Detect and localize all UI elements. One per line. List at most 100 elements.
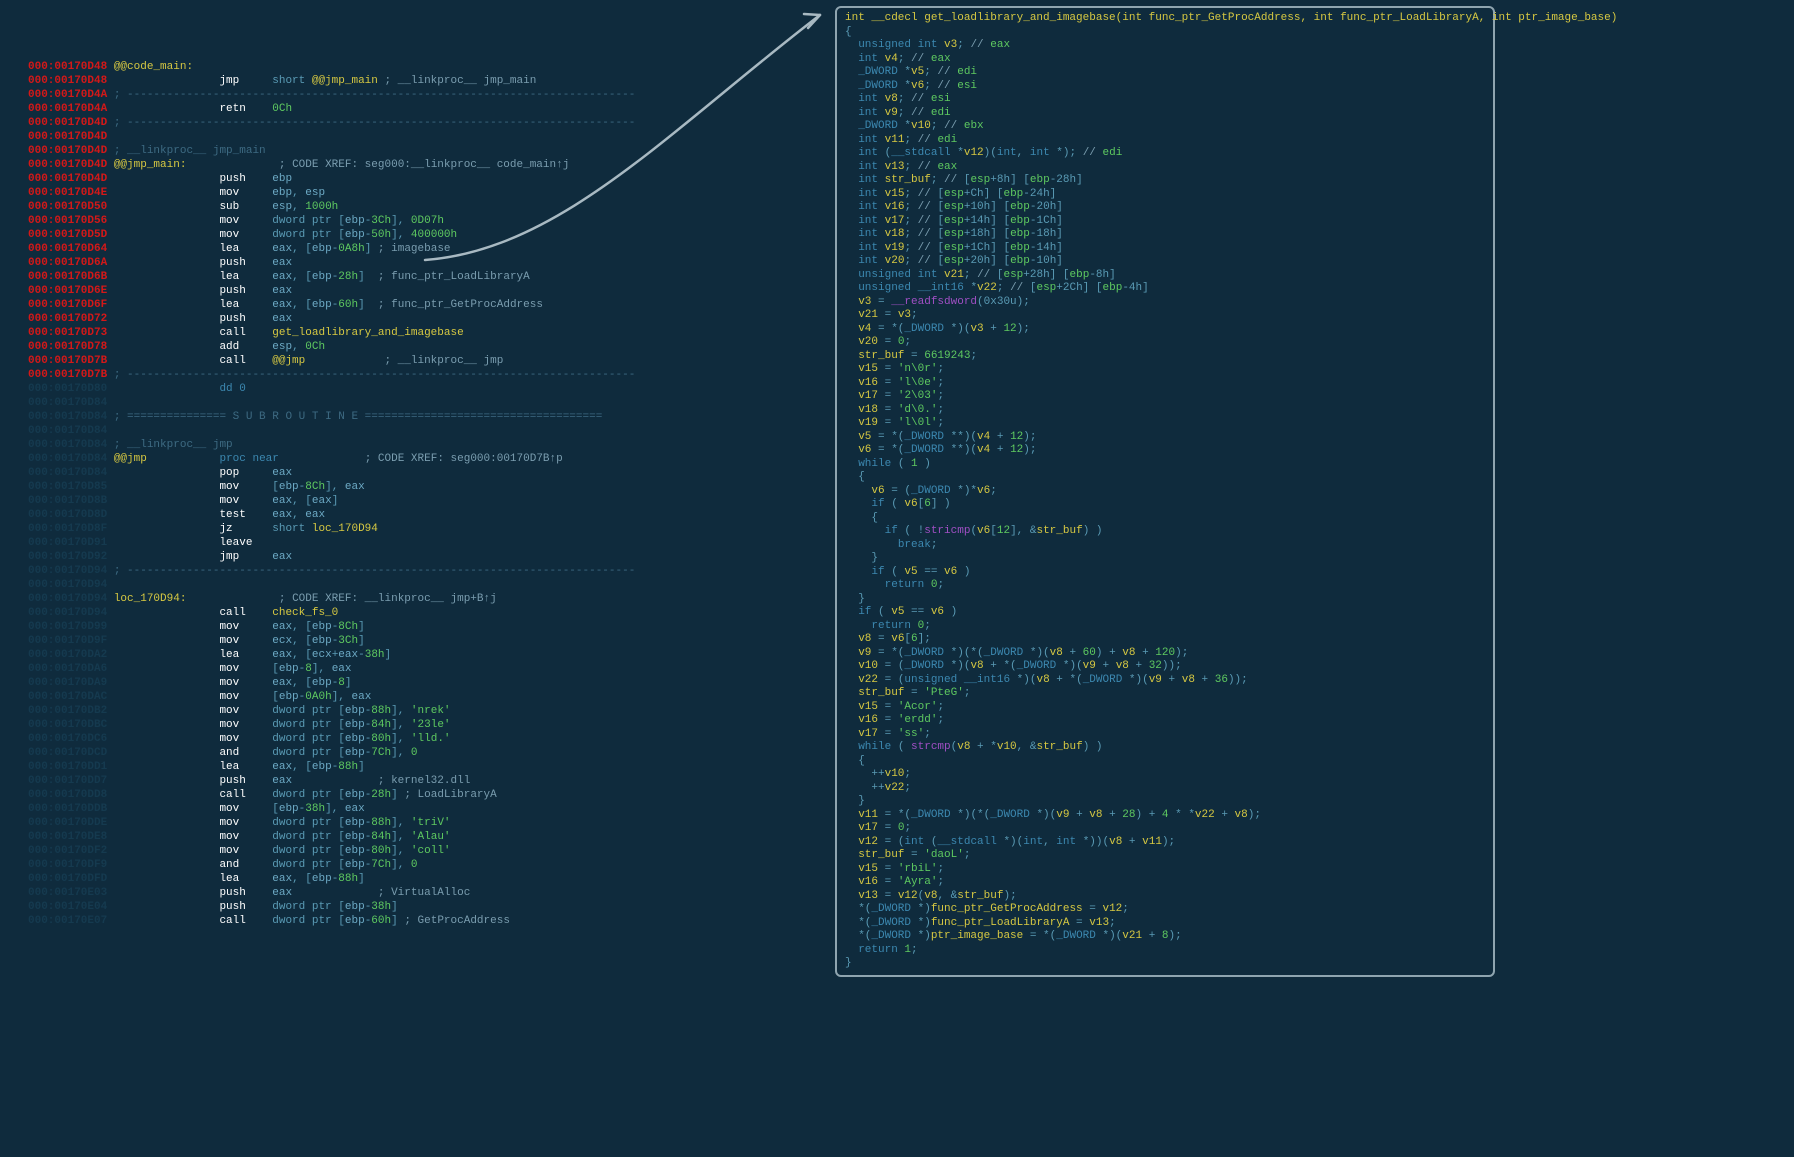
asm-line: 000:00170DCD and dword ptr [ebp-7Ch], 0	[28, 746, 833, 760]
c-line: {	[845, 26, 1485, 40]
asm-line: 000:00170D4D ; -------------------------…	[28, 116, 833, 130]
asm-line: 000:00170D64 lea eax, [ebp-0A8h] ; image…	[28, 242, 833, 256]
asm-line: 000:00170D4D @@jmp_main: ; CODE XREF: se…	[28, 158, 833, 172]
c-decl: _DWORD *v5; // edi	[845, 66, 1485, 80]
asm-line: 000:00170D94 call check_fs_0	[28, 606, 833, 620]
c-body: v4 = *(_DWORD *)(v3 + 12);	[845, 323, 1485, 337]
c-body: v10 = (_DWORD *)(v8 + *(_DWORD *)(v9 + v…	[845, 660, 1485, 674]
asm-line: 000:00170DF9 and dword ptr [ebp-7Ch], 0	[28, 858, 833, 872]
asm-line: 000:00170D6A push eax	[28, 256, 833, 270]
asm-line: 000:00170D80 dd 0	[28, 382, 833, 396]
c-body: v15 = 'rbiL';	[845, 863, 1485, 877]
asm-line: 000:00170D99 mov eax, [ebp-8Ch]	[28, 620, 833, 634]
asm-line: 000:00170DBC mov dword ptr [ebp-84h], '2…	[28, 718, 833, 732]
c-body: v17 = 'ss';	[845, 728, 1485, 742]
asm-line: 000:00170D94 loc_170D94: ; CODE XREF: __…	[28, 592, 833, 606]
asm-line: 000:00170D6E push eax	[28, 284, 833, 298]
asm-line: 000:00170DA6 mov [ebp-8], eax	[28, 662, 833, 676]
c-decl: _DWORD *v6; // esi	[845, 80, 1485, 94]
c-decl: int v19; // [esp+1Ch] [ebp-14h]	[845, 242, 1485, 256]
c-body: v18 = 'd\0.';	[845, 404, 1485, 418]
disassembly-panel: 000:00170D48 @@code_main:000:00170D48 jm…	[28, 60, 833, 928]
c-decl: _DWORD *v10; // ebx	[845, 120, 1485, 134]
asm-line: 000:00170D48 jmp short @@jmp_main ; __li…	[28, 74, 833, 88]
c-body: break;	[845, 539, 1485, 553]
c-body: return 0;	[845, 620, 1485, 634]
c-body: v16 = 'erdd';	[845, 714, 1485, 728]
asm-line: 000:00170DDE mov dword ptr [ebp-88h], 't…	[28, 816, 833, 830]
c-body: if ( v5 == v6 )	[845, 606, 1485, 620]
c-body: v15 = 'Acor';	[845, 701, 1485, 715]
c-decl: int v4; // eax	[845, 53, 1485, 67]
c-body: v6 = *(_DWORD **)(v4 + 12);	[845, 444, 1485, 458]
asm-line: 000:00170DE8 mov dword ptr [ebp-84h], 'A…	[28, 830, 833, 844]
asm-line: 000:00170DA9 mov eax, [ebp-8]	[28, 676, 833, 690]
c-decl: int v11; // edi	[845, 134, 1485, 148]
c-decl: unsigned __int16 *v22; // [esp+2Ch] [ebp…	[845, 282, 1485, 296]
c-body: {	[845, 755, 1485, 769]
c-body: v16 = 'l\0e';	[845, 377, 1485, 391]
asm-line: 000:00170E03 push eax ; VirtualAlloc	[28, 886, 833, 900]
asm-line: 000:00170D91 leave	[28, 536, 833, 550]
c-body: {	[845, 471, 1485, 485]
c-decl: int (__stdcall *v12)(int, int *); // edi	[845, 147, 1485, 161]
asm-line: 000:00170D5D mov dword ptr [ebp-50h], 40…	[28, 228, 833, 242]
c-body: v19 = 'l\0l';	[845, 417, 1485, 431]
asm-line: 000:00170D56 mov dword ptr [ebp-3Ch], 0D…	[28, 214, 833, 228]
c-decl: int v13; // eax	[845, 161, 1485, 175]
c-body: *(_DWORD *)func_ptr_LoadLibraryA = v13;	[845, 917, 1485, 931]
c-body: *(_DWORD *)ptr_image_base = *(_DWORD *)(…	[845, 930, 1485, 944]
asm-line: 000:00170D6B lea eax, [ebp-28h] ; func_p…	[28, 270, 833, 284]
c-body: {	[845, 512, 1485, 526]
c-body: *(_DWORD *)func_ptr_GetProcAddress = v12…	[845, 903, 1485, 917]
c-body: v15 = 'n\0r';	[845, 363, 1485, 377]
asm-line: 000:00170D84	[28, 396, 833, 410]
c-body: v13 = v12(v8, &str_buf);	[845, 890, 1485, 904]
asm-line: 000:00170D9F mov ecx, [ebp-3Ch]	[28, 634, 833, 648]
asm-line: 000:00170D4A retn 0Ch	[28, 102, 833, 116]
c-body: if ( !stricmp(v6[12], &str_buf) )	[845, 525, 1485, 539]
c-decl: int v20; // [esp+20h] [ebp-10h]	[845, 255, 1485, 269]
asm-line: 000:00170D50 sub esp, 1000h	[28, 200, 833, 214]
c-body: if ( v5 == v6 )	[845, 566, 1485, 580]
c-body: if ( v6[6] )	[845, 498, 1485, 512]
asm-line: 000:00170DD7 push eax ; kernel32.dll	[28, 774, 833, 788]
c-body: str_buf = 'PteG';	[845, 687, 1485, 701]
c-body: v12 = (int (__stdcall *)(int, int *))(v8…	[845, 836, 1485, 850]
c-body: v22 = (unsigned __int16 *)(v8 + *(_DWORD…	[845, 674, 1485, 688]
asm-line: 000:00170D8B mov eax, [eax]	[28, 494, 833, 508]
c-decl: unsigned int v21; // [esp+28h] [ebp-8h]	[845, 269, 1485, 283]
asm-line: 000:00170DB2 mov dword ptr [ebp-88h], 'n…	[28, 704, 833, 718]
asm-line: 000:00170DAC mov [ebp-0A0h], eax	[28, 690, 833, 704]
c-decl: int v17; // [esp+14h] [ebp-1Ch]	[845, 215, 1485, 229]
asm-line: 000:00170D8D test eax, eax	[28, 508, 833, 522]
asm-line: 000:00170D6F lea eax, [ebp-60h] ; func_p…	[28, 298, 833, 312]
c-body: }	[845, 552, 1485, 566]
c-body: v9 = *(_DWORD *)(*(_DWORD *)(v8 + 60) + …	[845, 647, 1485, 661]
c-decl: int v9; // edi	[845, 107, 1485, 121]
asm-line: 000:00170DFD lea eax, [ebp-88h]	[28, 872, 833, 886]
c-body: v8 = v6[6];	[845, 633, 1485, 647]
asm-line: 000:00170D7B ; -------------------------…	[28, 368, 833, 382]
c-body: v17 = '2\03';	[845, 390, 1485, 404]
c-decl: int v15; // [esp+Ch] [ebp-24h]	[845, 188, 1485, 202]
asm-line: 000:00170D92 jmp eax	[28, 550, 833, 564]
c-body: str_buf = 'daoL';	[845, 849, 1485, 863]
asm-line: 000:00170D4D push ebp	[28, 172, 833, 186]
asm-line: 000:00170DF2 mov dword ptr [ebp-80h], 'c…	[28, 844, 833, 858]
c-body: v11 = *(_DWORD *)(*(_DWORD *)(v9 + v8 + …	[845, 809, 1485, 823]
c-body: while ( 1 )	[845, 458, 1485, 472]
c-signature: int __cdecl get_loadlibrary_and_imagebas…	[845, 12, 1485, 26]
c-decl: int v8; // esi	[845, 93, 1485, 107]
asm-line: 000:00170DDB mov [ebp-38h], eax	[28, 802, 833, 816]
c-body: v6 = (_DWORD *)*v6;	[845, 485, 1485, 499]
asm-line: 000:00170D84 pop eax	[28, 466, 833, 480]
c-body: v20 = 0;	[845, 336, 1485, 350]
c-decl: int v16; // [esp+10h] [ebp-20h]	[845, 201, 1485, 215]
asm-line: 000:00170D84 @@jmp proc near ; CODE XREF…	[28, 452, 833, 466]
asm-line: 000:00170D85 mov [ebp-8Ch], eax	[28, 480, 833, 494]
asm-line: 000:00170D4D ; __linkproc__ jmp_main	[28, 144, 833, 158]
c-line: }	[845, 957, 1485, 971]
asm-line: 000:00170D84 ; __linkproc__ jmp	[28, 438, 833, 452]
c-body: str_buf = 6619243;	[845, 350, 1485, 364]
